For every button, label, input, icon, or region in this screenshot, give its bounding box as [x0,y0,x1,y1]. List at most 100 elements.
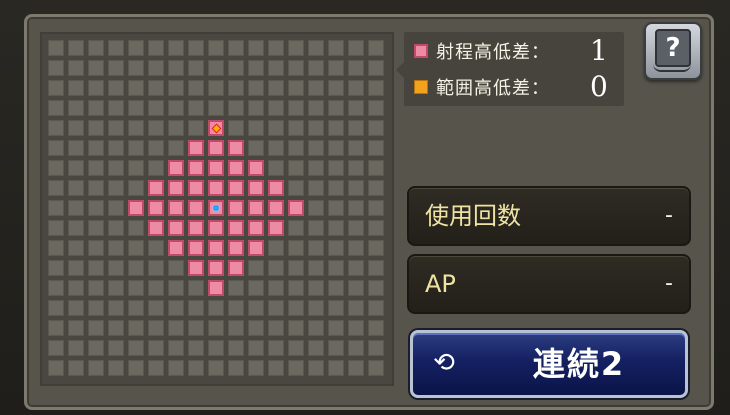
grid-cell [248,260,264,276]
grid-cell [208,320,224,336]
grid-cell [288,280,304,296]
grid-cell [128,320,144,336]
grid-cell [368,280,384,296]
grid-cell [248,360,264,376]
range-cell [208,140,224,156]
grid-cell [268,320,284,336]
grid-cell [308,260,324,276]
area-height-label: 範囲高低差： [436,78,550,99]
uses-count-box: 使用回数 - [407,186,691,246]
grid-cell [88,280,104,296]
grid-cell [328,180,344,196]
grid-cell [188,120,204,136]
grid-cell [48,320,64,336]
range-cell [248,180,264,196]
grid-cell [288,120,304,136]
grid-cell [128,340,144,356]
grid-cell [68,300,84,316]
grid-cell [348,340,364,356]
help-button[interactable]: ? [644,22,702,80]
grid-cell [88,40,104,56]
range-cell [188,180,204,196]
range-cell [168,200,184,216]
grid-cell [48,120,64,136]
grid-cell [288,60,304,76]
grid-cell [328,100,344,116]
grid-cell [208,60,224,76]
grid-cell [208,300,224,316]
chain-button[interactable]: ⟲ 連続2 [410,330,688,398]
grid-cell [148,120,164,136]
grid-cell [148,280,164,296]
uses-count-value: - [665,203,673,228]
grid-cell [188,320,204,336]
grid-cell [108,260,124,276]
grid-cell [248,320,264,336]
grid-cell [328,240,344,256]
grid-cell [188,360,204,376]
grid-cell [108,120,124,136]
grid-cell [88,200,104,216]
grid-cell [228,320,244,336]
grid-cell [108,200,124,216]
grid-cell [308,200,324,216]
grid-cell [208,40,224,56]
grid-cell [168,280,184,296]
grid-cell [88,160,104,176]
grid-cell [248,280,264,296]
grid-cell [328,40,344,56]
grid-cell [188,340,204,356]
grid-cell [88,300,104,316]
grid-cell [268,240,284,256]
grid-cell [68,140,84,156]
ap-box: AP - [407,254,691,314]
grid-cell [228,60,244,76]
grid-cell [128,60,144,76]
grid-cell [88,340,104,356]
grid-cell [228,300,244,316]
grid-cell [288,40,304,56]
range-height-value: 1 [590,34,608,67]
range-height-label: 射程高低差： [436,42,550,63]
grid-cell [48,180,64,196]
grid-cell [368,240,384,256]
grid-cell [368,100,384,116]
grid-cell [288,80,304,96]
grid-cell [288,300,304,316]
grid-cell [48,240,64,256]
grid-cell [148,300,164,316]
grid-cell [368,340,384,356]
grid-cell [328,160,344,176]
range-cell [228,200,244,216]
grid-cell [108,160,124,176]
grid-cell [248,100,264,116]
grid-cell [248,340,264,356]
question-book-icon: ? [655,29,691,67]
grid-cell [348,120,364,136]
area-height-value: 0 [590,70,608,103]
grid-cell [208,360,224,376]
grid-cell [88,180,104,196]
grid-cell [308,240,324,256]
grid-cell [168,60,184,76]
grid-cell [68,80,84,96]
grid-cell [268,280,284,296]
grid-cell [148,60,164,76]
grid-cell [188,80,204,96]
grid-cell [308,40,324,56]
grid-cell [228,80,244,96]
grid-cell [288,180,304,196]
grid-cell [268,80,284,96]
grid-cell [328,300,344,316]
grid-cell [328,200,344,216]
grid-cell [188,40,204,56]
range-cell [248,220,264,236]
grid-cell [128,40,144,56]
grid-cell [268,160,284,176]
grid-cell [108,40,124,56]
grid-cell [348,360,364,376]
grid-cell [208,100,224,116]
grid-cell [88,60,104,76]
grid-cell [288,100,304,116]
grid-cell [108,100,124,116]
